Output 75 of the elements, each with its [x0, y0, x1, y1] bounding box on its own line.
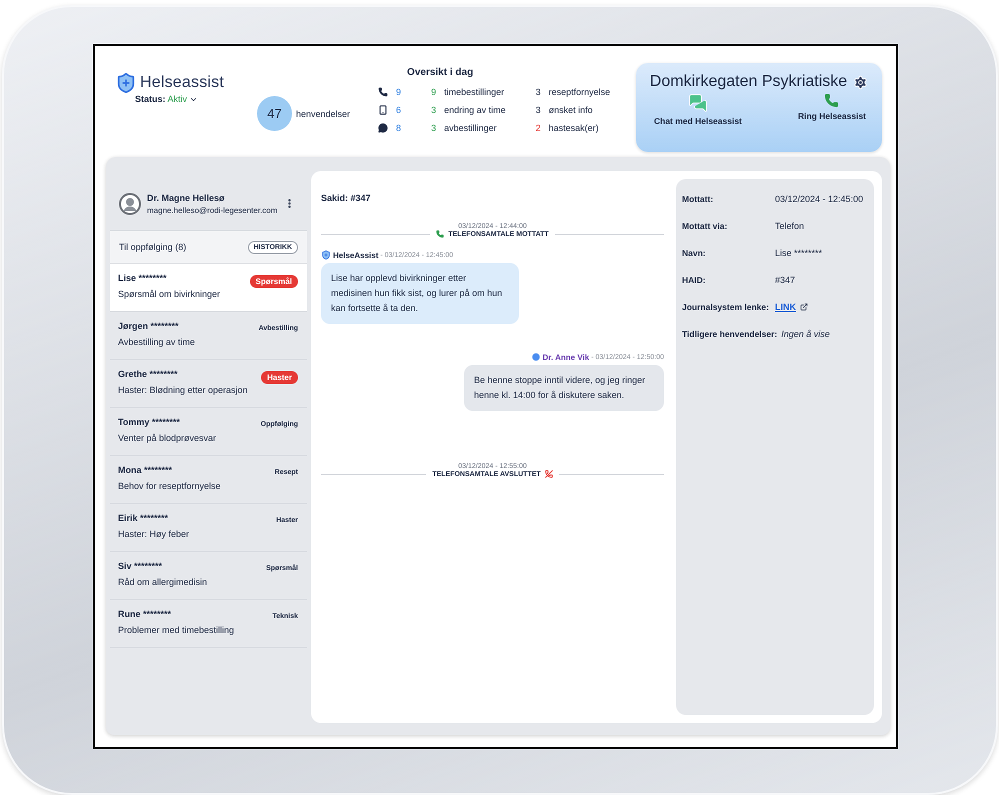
external-link-icon — [800, 302, 808, 310]
detail-label: Mottatt: — [682, 194, 714, 204]
chat-bubbles-icon — [688, 93, 708, 113]
channel-count: 9 — [396, 87, 402, 97]
case-subject: Behov for reseptfornyelse — [118, 481, 221, 491]
phone-icon — [824, 93, 840, 108]
total-label: henvendelser — [296, 108, 350, 118]
category-label: timebestillinger — [444, 87, 504, 97]
category-label: ønsket info — [548, 105, 593, 115]
case-subject: Problemer med timebestilling — [118, 625, 234, 635]
patient-name: Tommy ******** — [118, 417, 181, 427]
case-list-item[interactable]: Lise ******** Spørsmål om bivirkninger Spørsmål — [110, 264, 307, 312]
channel-count: 8 — [396, 123, 402, 133]
category-label: hastesak(er) — [548, 123, 599, 133]
case-list-item[interactable]: Grethe ******** Haster: Blødning etter operasjon Haster — [110, 360, 307, 408]
detail-label: HAID: — [682, 274, 707, 284]
patient-name: Eirik ******** — [118, 513, 170, 523]
mobile-phone-icon — [378, 105, 388, 115]
category-label: endring av time — [444, 105, 506, 115]
clinic-name: Domkirkegaten Psykriatiske — [650, 73, 848, 91]
patient-name: Siv ******** — [118, 561, 164, 571]
sender-name: Dr. Anne Vik — [542, 352, 590, 362]
shield-logo-icon — [115, 72, 137, 94]
detail-value: Lise ******** — [775, 248, 822, 258]
case-subject: Venter på blodprøvesvar — [118, 433, 216, 443]
chat-button[interactable]: Chat med Helseassist — [654, 93, 742, 126]
patient-name: Grethe ******** — [118, 369, 179, 379]
status-dropdown[interactable]: Status: Aktiv — [135, 94, 245, 104]
case-tag: Haster — [261, 371, 298, 384]
journal-link[interactable]: LINK — [775, 302, 796, 312]
sender-name: HelseAssist — [333, 250, 378, 260]
section-title: Til oppfølging (8) — [119, 242, 186, 252]
category-label: avbestillinger — [444, 123, 497, 133]
message-bubble: Be henne stoppe inntil videre, og jeg ringer henne kl. 14:00 for å diskutere saken. — [464, 365, 664, 411]
settings-icon[interactable] — [853, 74, 868, 90]
detail-value: Ingen å vise — [781, 328, 830, 338]
detail-label: Mottatt via: — [682, 220, 728, 230]
user-email: magne.helleso@rodi-legesenter.com — [147, 206, 278, 214]
category-count: 3 — [536, 105, 541, 115]
phone-icon — [378, 87, 388, 97]
user-name: Dr. Magne Hellesø — [147, 192, 226, 202]
total-count: 47 — [257, 96, 292, 131]
phone-icon — [436, 230, 444, 238]
case-subject: Haster: Blødning etter operasjon — [118, 385, 248, 395]
category-count: 3 — [536, 87, 541, 97]
avatar-icon — [119, 192, 141, 214]
category-count: 3 — [431, 105, 436, 115]
detail-label: Tidligere henvendelser: — [682, 328, 778, 338]
hang-up-icon — [544, 470, 553, 478]
case-subject: Haster: Høy feber — [118, 529, 190, 539]
channel-count: 6 — [396, 105, 402, 115]
patient-name: Mona ******** — [118, 465, 174, 475]
patient-name: Rune ******** — [118, 609, 172, 619]
message-bubble: Lise har opplevd bivirkninger etter medisinen hun fikk sist, og lurer på om hun kan fortsette å ta den. — [321, 263, 519, 324]
detail-value: Telefon — [775, 220, 804, 230]
category-label: reseptfornyelse — [548, 87, 610, 97]
detail-label: Navn: — [682, 248, 707, 258]
detail-value: #347 — [775, 274, 796, 284]
category-count: 3 — [431, 123, 436, 133]
case-tag: Spørsmål — [250, 275, 298, 288]
category-count: 9 — [431, 87, 436, 97]
case-subject: Spørsmål om bivirkninger — [118, 289, 220, 299]
brand-name: Helseassist — [140, 74, 224, 92]
chat-bubble-icon — [378, 123, 388, 133]
detail-value: 03/12/2024 - 12:45:00 — [775, 194, 864, 204]
case-id: Sakid: #347 — [321, 193, 372, 203]
patient-name: Jørgen ******** — [118, 321, 180, 331]
shield-icon — [321, 250, 331, 260]
patient-name: Lise ******** — [118, 273, 168, 283]
case-subject: Råd om allergimedisin — [118, 577, 208, 587]
detail-label: Journalsystem lenke: — [682, 302, 770, 312]
call-button[interactable]: Ring Helseassist — [798, 93, 866, 126]
category-count: 2 — [536, 123, 541, 133]
overview-title: Oversikt i dag — [407, 67, 474, 78]
case-subject: Avbestilling av time — [118, 337, 195, 347]
